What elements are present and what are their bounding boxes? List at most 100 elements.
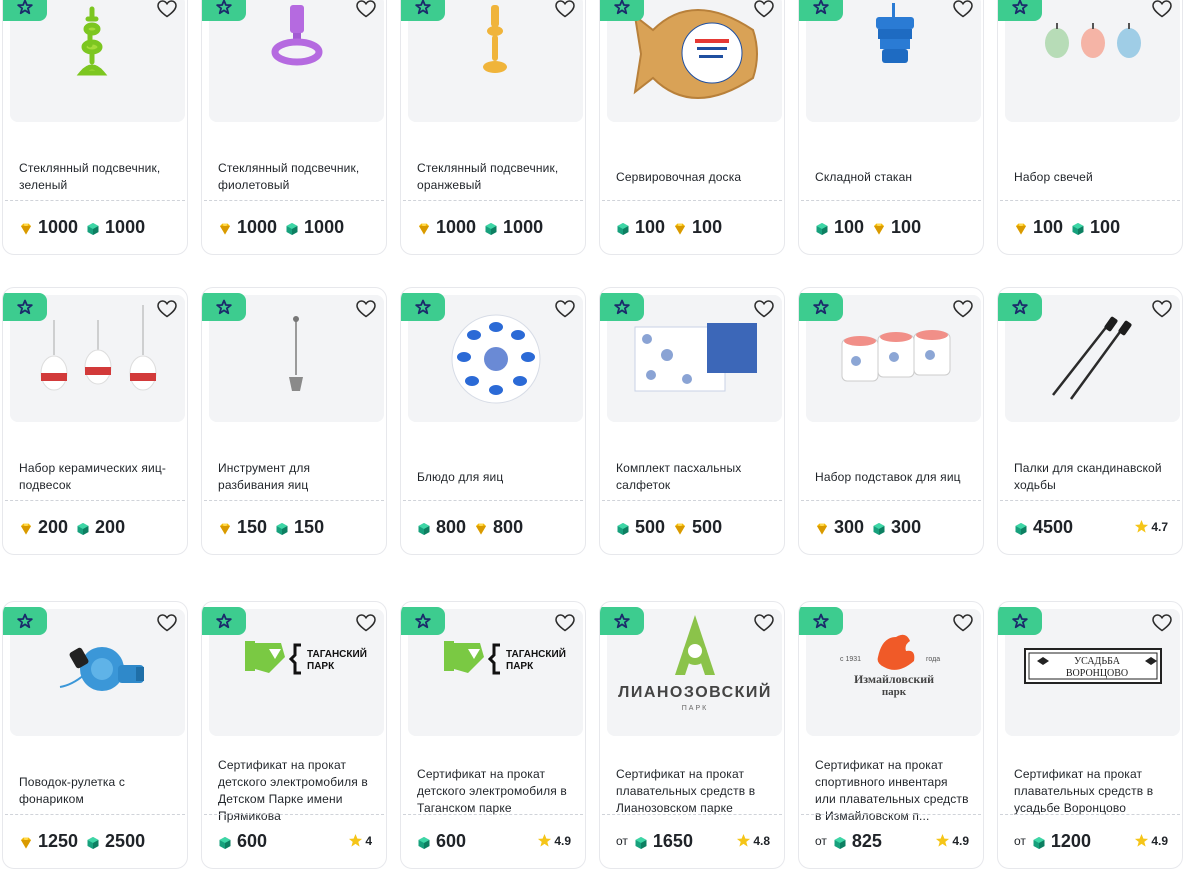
product-card[interactable]: ТАГАНСКИЙ ПАРК Сертификат на прокат детско… <box>400 601 586 869</box>
product-title[interactable]: Сертификат на прокат детского электромоб… <box>417 746 573 836</box>
favorite-star-badge[interactable] <box>3 607 47 635</box>
product-title[interactable]: Сертификат на прокат плавательных средст… <box>616 746 772 836</box>
heart-icon[interactable] <box>1152 614 1172 632</box>
favorite-star-badge[interactable] <box>998 0 1042 21</box>
logo-text: ПАРК <box>682 705 708 712</box>
favorite-star-badge[interactable] <box>799 293 843 321</box>
favorite-star-badge[interactable] <box>3 293 47 321</box>
product-title[interactable]: Поводок-рулетка с фонариком <box>19 746 175 836</box>
cube-icon <box>417 520 431 535</box>
heart-icon[interactable] <box>953 614 973 632</box>
product-card[interactable]: Набор подставок для яиц 300 300 <box>798 287 984 555</box>
favorite-star-badge[interactable] <box>998 607 1042 635</box>
heart-icon[interactable] <box>1152 300 1172 318</box>
heart-icon[interactable] <box>953 300 973 318</box>
heart-icon[interactable] <box>157 614 177 632</box>
product-card[interactable]: Инструмент для разбивания яиц 150 150 <box>201 287 387 555</box>
product-title[interactable]: Сервировочная доска <box>616 132 772 222</box>
product-title[interactable]: Сертификат на прокат спортивного инвента… <box>815 746 971 836</box>
product-title-text: Сертификат на прокат плавательных средст… <box>616 766 756 815</box>
price-amount: 1000 <box>304 216 345 237</box>
price-prefix: от <box>1014 834 1026 848</box>
product-card[interactable]: УСАДЬБА ВОРОНЦОВО Сертификат на прокат пла… <box>997 601 1183 869</box>
gem-icon <box>474 520 488 535</box>
cube-icon <box>76 520 90 535</box>
heart-icon[interactable] <box>157 0 177 18</box>
product-card[interactable]: ЛИАНОЗОВСКИЙ ПАРК Сертификат на прокат пла… <box>599 601 785 869</box>
favorite-star-badge[interactable] <box>600 607 644 635</box>
product-card[interactable]: Палки для скандинавской ходьбы 4500 4.7 <box>997 287 1183 555</box>
heart-icon[interactable] <box>555 0 575 18</box>
heart-icon[interactable] <box>754 614 774 632</box>
star-outline-icon <box>17 0 33 15</box>
cube-icon <box>218 834 232 849</box>
product-title[interactable]: Стеклянный подсвечник, оранжевый <box>417 132 573 222</box>
product-title[interactable]: Блюдо для яиц <box>417 432 573 522</box>
product-title[interactable]: Инструмент для разбивания яиц <box>218 432 374 522</box>
product-title-text: Складной стакан <box>815 169 913 184</box>
gem-icon <box>673 220 687 235</box>
product-card[interactable]: Стеклянный подсвечник, оранжевый 1000 1000 <box>400 0 586 255</box>
product-card[interactable]: Складной стакан 100 100 <box>798 0 984 255</box>
star-icon <box>1134 833 1151 848</box>
product-card[interactable]: с 1931 года Измайловский парк Сертификат на … <box>798 601 984 869</box>
product-title[interactable]: Стеклянный подсвечник, фиолетовый <box>218 132 374 222</box>
favorite-star-badge[interactable] <box>799 607 843 635</box>
cube-icon <box>616 520 630 535</box>
product-title[interactable]: Набор свечей <box>1014 132 1170 222</box>
favorite-star-badge[interactable] <box>998 293 1042 321</box>
product-card[interactable]: Блюдо для яиц 800 800 <box>400 287 586 555</box>
cube-icon <box>872 520 886 535</box>
heart-icon[interactable] <box>953 0 973 18</box>
product-card[interactable]: Сервировочная доска 100 100 <box>599 0 785 255</box>
price-amount: 600 <box>436 830 467 851</box>
logo-text: ТАГАНСКИЙ <box>506 647 566 660</box>
gem-icon <box>417 220 431 235</box>
product-title[interactable]: Набор керамических яиц-подвесок <box>19 432 175 522</box>
product-title-text: Комплект пасхальных салфеток <box>616 461 742 492</box>
favorite-star-badge[interactable] <box>799 0 843 21</box>
heart-icon[interactable] <box>356 614 376 632</box>
heart-icon[interactable] <box>1152 0 1172 18</box>
favorite-star-badge[interactable] <box>600 293 644 321</box>
divider <box>5 814 185 815</box>
product-card[interactable]: Комплект пасхальных салфеток 500 500 <box>599 287 785 555</box>
heart-icon[interactable] <box>555 300 575 318</box>
favorite-star-badge[interactable] <box>3 0 47 21</box>
product-title-text: Набор подставок для яиц <box>815 469 961 484</box>
product-card[interactable]: Набор свечей 100 100 <box>997 0 1183 255</box>
product-title-text: Палки для скандинавской ходьбы <box>1014 461 1162 492</box>
product-card[interactable]: Поводок-рулетка с фонариком 1250 2500 <box>2 601 188 869</box>
product-title[interactable]: Комплект пасхальных салфеток <box>616 432 772 522</box>
product-card[interactable]: ТАГАНСКИЙ ПАРК Сертификат на прокат детско… <box>201 601 387 869</box>
product-title[interactable]: Стеклянный подсвечник, зеленый <box>19 132 175 222</box>
favorite-star-badge[interactable] <box>401 0 445 21</box>
product-title[interactable]: Сертификат на прокат детского электромоб… <box>218 746 374 836</box>
heart-icon[interactable] <box>754 300 774 318</box>
heart-icon[interactable] <box>754 0 774 18</box>
product-card[interactable]: Стеклянный подсвечник, фиолетовый 1000 100… <box>201 0 387 255</box>
star-outline-icon <box>415 0 431 15</box>
product-card[interactable]: Стеклянный подсвечник, зеленый 1000 1000 <box>2 0 188 255</box>
product-title[interactable]: Набор подставок для яиц <box>815 432 971 522</box>
product-title[interactable]: Складной стакан <box>815 132 971 222</box>
logo-text: парк <box>882 686 907 698</box>
price-row: 300 300 <box>815 512 971 542</box>
product-title[interactable]: Сертификат на прокат плавательных средст… <box>1014 746 1170 836</box>
product-title[interactable]: Палки для скандинавской ходьбы <box>1014 432 1170 522</box>
heart-icon[interactable] <box>157 300 177 318</box>
heart-icon[interactable] <box>356 300 376 318</box>
product-card[interactable]: Набор керамических яиц-подвесок 200 200 <box>2 287 188 555</box>
favorite-star-badge[interactable] <box>202 0 246 21</box>
rating-value: 4 <box>365 833 372 848</box>
favorite-star-badge[interactable] <box>202 293 246 321</box>
star-outline-icon <box>614 0 630 15</box>
heart-icon[interactable] <box>555 614 575 632</box>
favorite-star-badge[interactable] <box>401 607 445 635</box>
price-amount: 2500 <box>105 830 146 851</box>
heart-icon[interactable] <box>356 0 376 18</box>
favorite-star-badge[interactable] <box>401 293 445 321</box>
logo-text: ПАРК <box>506 661 534 672</box>
favorite-star-badge[interactable] <box>202 607 246 635</box>
favorite-star-badge[interactable] <box>600 0 644 21</box>
